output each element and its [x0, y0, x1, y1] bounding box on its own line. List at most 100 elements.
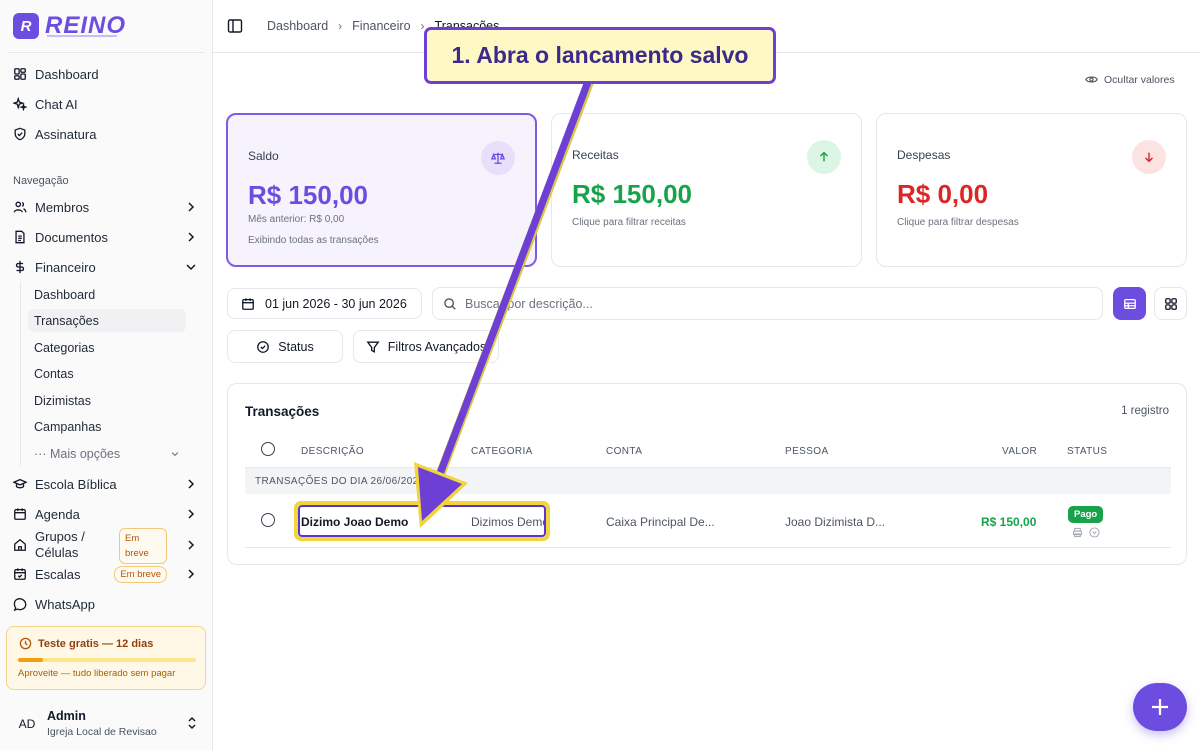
sidebar-item-whatsapp[interactable]: WhatsApp	[8, 591, 204, 617]
dollar-icon	[13, 260, 27, 274]
sidebar-subitem-campanhas[interactable]: Campanhas	[28, 415, 186, 438]
date-range-picker[interactable]: 01 jun 2026 - 30 jun 2026	[227, 288, 422, 319]
row-select-radio[interactable]	[261, 513, 275, 527]
row-account: Caixa Principal De...	[606, 515, 715, 529]
record-count: 1 registro	[1121, 405, 1169, 417]
user-name[interactable]: Admin	[47, 709, 86, 723]
sidebar-subitem-more-options[interactable]: ··· Mais opções	[28, 442, 186, 465]
sidebar-item-label: Financeiro	[35, 259, 96, 275]
chevron-right-icon	[188, 569, 195, 579]
expense-value: R$ 0,00	[897, 179, 989, 209]
trial-title: Teste gratis — 12 dias	[38, 638, 154, 650]
income-note: Clique para filtrar receitas	[572, 217, 686, 228]
divider	[245, 547, 1171, 548]
sidebar-item-label: Membros	[35, 199, 90, 215]
graduation-cap-icon	[13, 477, 27, 491]
grid-view-button[interactable]	[1154, 287, 1187, 320]
breadcrumb-item-dashboard[interactable]: Dashboard	[267, 19, 328, 33]
hide-values-toggle[interactable]: Ocultar valores	[1085, 73, 1175, 86]
trial-note: Aproveite — tudo liberado sem pagar	[18, 668, 176, 679]
trial-progress-bar	[18, 658, 196, 662]
sidebar-item-agenda[interactable]: Agenda	[8, 501, 204, 527]
sidebar-subitem-transacoes[interactable]: Transações	[28, 309, 186, 332]
sidebar-item-assinatura[interactable]: Assinatura	[8, 121, 204, 147]
sidebar: R REINO Dashboard Chat AI Assinatura Nav…	[0, 0, 213, 750]
balance-card[interactable]: Saldo R$ 150,00 Mês anterior: R$ 0,00 Ex…	[226, 113, 537, 267]
nav-section-label: Navegação	[13, 175, 69, 187]
more-options-label: ··· Mais opções	[34, 446, 121, 461]
column-header-valor[interactable]: VALOR	[1002, 446, 1037, 457]
sidebar-item-label: Documentos	[35, 229, 108, 245]
search-input[interactable]	[465, 296, 1065, 311]
sidebar-item-chat-ai[interactable]: Chat AI	[8, 91, 204, 117]
table-title: Transações	[245, 404, 320, 419]
users-icon	[13, 200, 27, 214]
scale-icon	[481, 141, 515, 175]
advanced-filters-label: Filtros Avançados	[387, 339, 487, 354]
select-all-radio[interactable]	[261, 442, 275, 456]
filter-icon	[366, 341, 380, 353]
table-view-icon	[1123, 298, 1136, 309]
sidebar-item-escola-biblica[interactable]: Escola Bíblica	[8, 471, 204, 497]
status-filter-button[interactable]: Status	[227, 330, 343, 363]
calendar-icon	[242, 297, 254, 310]
chevron-right-icon	[188, 540, 195, 550]
sidebar-item-grupos-celulas[interactable]: Grupos / Células Em breve	[8, 528, 204, 564]
check-circle-icon	[257, 340, 270, 353]
sidebar-item-label: Escola Bíblica	[35, 476, 117, 492]
row-person: Joao Dizimista D...	[785, 515, 886, 529]
sidebar-subitem-contas[interactable]: Contas	[28, 362, 186, 385]
column-header-categoria[interactable]: CATEGORIA	[471, 446, 533, 457]
highlight-box	[294, 501, 550, 541]
hide-values-label: Ocultar valores	[1104, 73, 1175, 86]
sidebar-item-dashboard[interactable]: Dashboard	[8, 61, 204, 87]
chevron-down-icon	[186, 264, 196, 271]
sidebar-item-label: WhatsApp	[35, 596, 95, 612]
column-header-descricao[interactable]: DESCRIÇÃO	[301, 446, 364, 457]
home-icon	[13, 538, 27, 552]
date-group-label: TRANSAÇÕES DO DIA 26/06/2026	[255, 476, 425, 487]
sidebar-item-label: Dashboard	[35, 66, 99, 82]
grid-icon	[1164, 297, 1177, 310]
income-card[interactable]: Receitas R$ 150,00 Clique para filtrar r…	[551, 113, 862, 267]
breadcrumb-item-financeiro[interactable]: Financeiro	[352, 19, 410, 33]
sidebar-subitem-categorias[interactable]: Categorias	[28, 336, 186, 359]
column-header-conta[interactable]: CONTA	[606, 446, 642, 457]
date-range-label: 01 jun 2026 - 30 jun 2026	[265, 296, 407, 311]
column-header-pessoa[interactable]: PESSOA	[785, 446, 829, 457]
sidebar-item-membros[interactable]: Membros	[8, 194, 204, 220]
divider	[8, 52, 204, 53]
chevron-down-circle-icon[interactable]	[1089, 527, 1100, 538]
balance-note: Exibindo todas as transações	[248, 235, 379, 246]
plus-icon	[1152, 699, 1168, 715]
coming-soon-badge: Em breve	[114, 566, 167, 583]
expense-card[interactable]: Despesas R$ 0,00 Clique para filtrar des…	[876, 113, 1187, 267]
sidebar-item-documentos[interactable]: Documentos	[8, 224, 204, 250]
sidebar-item-label: Assinatura	[35, 126, 97, 142]
chevrons-up-down-icon[interactable]	[186, 716, 198, 730]
status-filter-label: Status	[278, 339, 314, 354]
date-group-row: TRANSAÇÕES DO DIA 26/06/2026	[245, 468, 1171, 494]
balance-value: R$ 150,00	[248, 180, 368, 210]
sidebar-item-escalas[interactable]: Escalas Em breve	[8, 561, 204, 587]
printer-icon[interactable]	[1072, 527, 1083, 538]
search-field[interactable]	[432, 287, 1103, 320]
trial-banner[interactable]: Teste gratis — 12 dias Aproveite — tudo …	[6, 626, 206, 690]
add-transaction-button[interactable]	[1133, 683, 1187, 731]
coming-soon-badge: Em breve	[119, 528, 167, 564]
advanced-filters-button[interactable]: Filtros Avançados	[353, 330, 499, 363]
sidebar-item-financeiro[interactable]: Financeiro	[8, 254, 204, 280]
sidebar-item-label: Grupos / Células	[35, 529, 85, 560]
chevron-right-icon: ›	[338, 19, 343, 33]
sidebar-subitem-dashboard[interactable]: Dashboard	[28, 283, 186, 306]
eye-icon	[1085, 76, 1098, 83]
card-label: Saldo	[248, 149, 279, 163]
column-header-status[interactable]: STATUS	[1067, 446, 1107, 457]
annotation-callout: 1. Abra o lancamento salvo	[424, 27, 776, 84]
list-view-button[interactable]	[1113, 287, 1146, 320]
sidebar-toggle-icon[interactable]	[227, 18, 243, 34]
card-label: Despesas	[897, 148, 951, 162]
sidebar-subitem-dizimistas[interactable]: Dizimistas	[28, 389, 186, 412]
avatar[interactable]: AD	[13, 710, 41, 738]
submenu-guide-line	[20, 282, 21, 467]
